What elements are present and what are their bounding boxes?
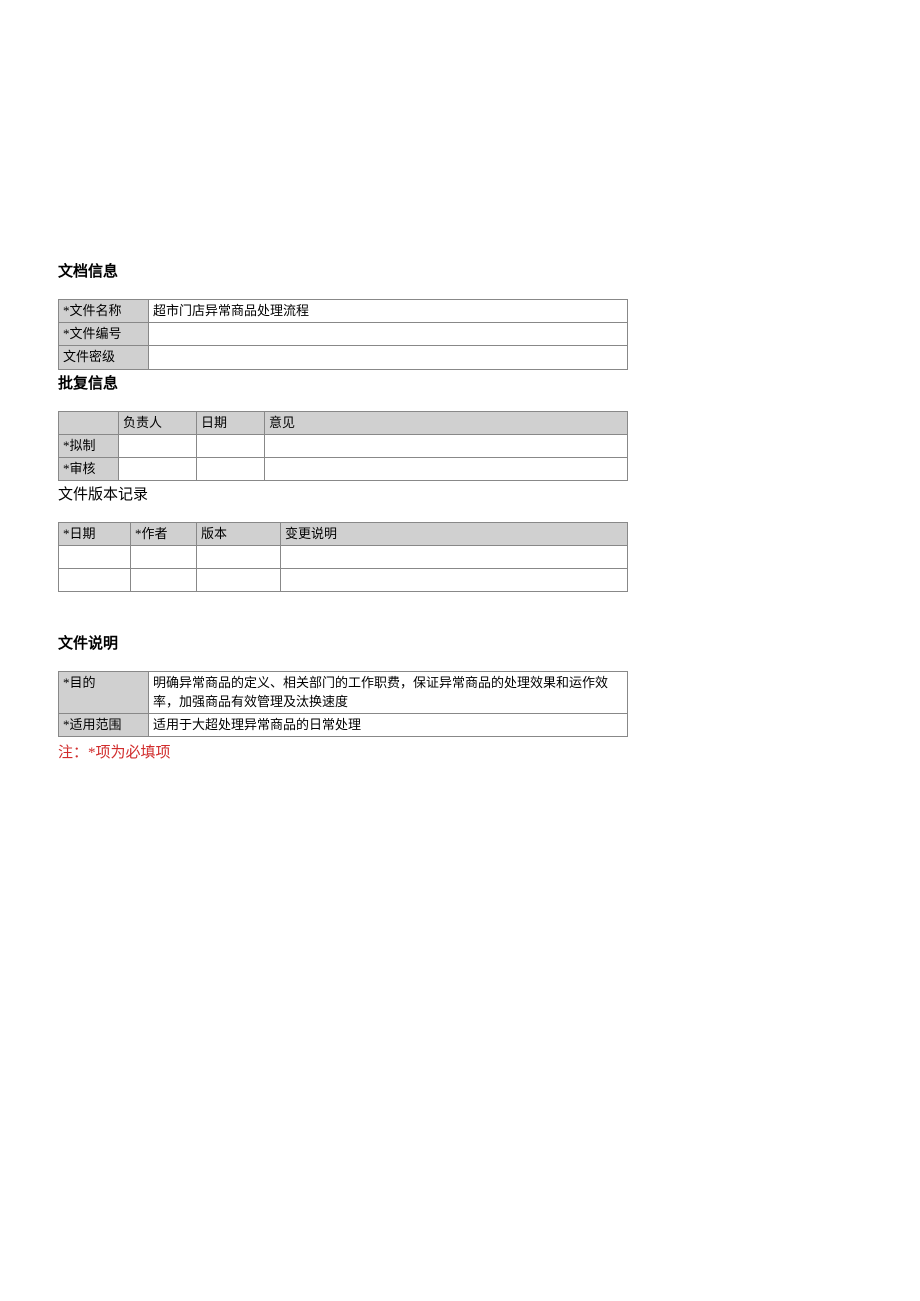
header-change: 变更说明 — [281, 523, 628, 546]
cell — [59, 546, 131, 569]
table-header-row: 负责人 日期 意见 — [59, 411, 628, 434]
table-row — [59, 569, 628, 592]
table-row: *适用范围 适用于大超处理异常商品的日常处理 — [59, 713, 628, 736]
cell — [265, 457, 628, 480]
cell — [197, 457, 265, 480]
header-opinion: 意见 — [265, 411, 628, 434]
table-row: *文件编号 — [59, 323, 628, 346]
header-version: 版本 — [197, 523, 281, 546]
cell — [119, 434, 197, 457]
section-title-approval: 批复信息 — [58, 372, 862, 393]
approval-table: 负责人 日期 意见 *拟制 *审核 — [58, 411, 628, 482]
value-file-number — [149, 323, 628, 346]
table-row: 文件密级 — [59, 346, 628, 369]
cell — [131, 569, 197, 592]
table-row — [59, 546, 628, 569]
label-purpose: *目的 — [59, 672, 149, 713]
cell — [197, 546, 281, 569]
table-row: *审核 — [59, 457, 628, 480]
header-person: 负责人 — [119, 411, 197, 434]
value-scope: 适用于大超处理异常商品的日常处理 — [149, 713, 628, 736]
label-scope: *适用范围 — [59, 713, 149, 736]
section-title-desc: 文件说明 — [58, 632, 862, 653]
required-note: 注：*项为必填项 — [58, 741, 862, 762]
header-date: 日期 — [197, 411, 265, 434]
cell — [281, 546, 628, 569]
header-author: *作者 — [131, 523, 197, 546]
cell — [197, 569, 281, 592]
label-file-number: *文件编号 — [59, 323, 149, 346]
desc-table: *目的 明确异常商品的定义、相关部门的工作职费，保证异常商品的处理效果和运作效率… — [58, 671, 628, 737]
cell — [59, 569, 131, 592]
header-blank — [59, 411, 119, 434]
cell — [197, 434, 265, 457]
value-file-name: 超市门店异常商品处理流程 — [149, 300, 628, 323]
section-title-doc-info: 文档信息 — [58, 260, 862, 281]
header-date: *日期 — [59, 523, 131, 546]
value-file-level — [149, 346, 628, 369]
label-review: *审核 — [59, 457, 119, 480]
cell — [281, 569, 628, 592]
cell — [265, 434, 628, 457]
table-row: *目的 明确异常商品的定义、相关部门的工作职费，保证异常商品的处理效果和运作效率… — [59, 672, 628, 713]
section-title-version: 文件版本记录 — [58, 483, 862, 504]
label-draft: *拟制 — [59, 434, 119, 457]
label-file-level: 文件密级 — [59, 346, 149, 369]
table-header-row: *日期 *作者 版本 变更说明 — [59, 523, 628, 546]
table-row: *拟制 — [59, 434, 628, 457]
cell — [119, 457, 197, 480]
label-file-name: *文件名称 — [59, 300, 149, 323]
doc-info-table: *文件名称 超市门店异常商品处理流程 *文件编号 文件密级 — [58, 299, 628, 370]
document-page: 文档信息 *文件名称 超市门店异常商品处理流程 *文件编号 文件密级 批复信息 — [0, 0, 920, 822]
table-row: *文件名称 超市门店异常商品处理流程 — [59, 300, 628, 323]
cell — [131, 546, 197, 569]
version-table: *日期 *作者 版本 变更说明 — [58, 522, 628, 592]
value-purpose: 明确异常商品的定义、相关部门的工作职费，保证异常商品的处理效果和运作效率，加强商… — [149, 672, 628, 713]
